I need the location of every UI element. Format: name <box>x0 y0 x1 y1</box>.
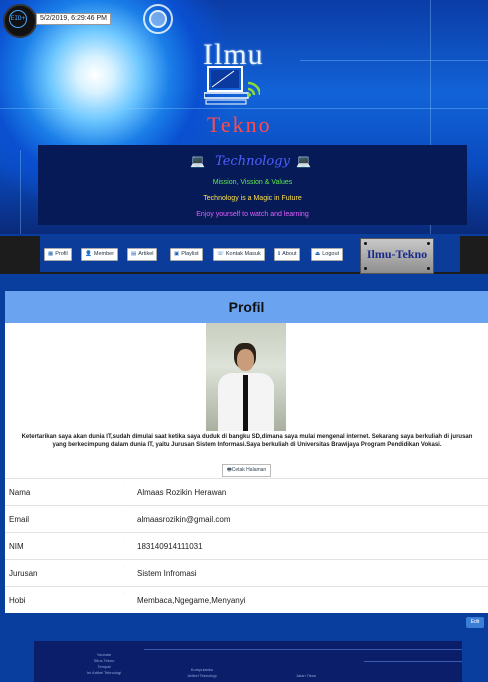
brand-logo[interactable]: Ilmu-Tekno <box>360 238 434 274</box>
playlist-icon: ▣ <box>174 251 180 257</box>
row-separator: : <box>123 509 125 514</box>
footer-link[interactable]: Artikel Teknologi <box>162 673 242 678</box>
row-separator: : <box>123 590 125 595</box>
row-separator: : <box>123 536 125 541</box>
datetime-display: 5/2/2019, 6:29:46 PM <box>36 13 111 25</box>
bio-text: Ketertarikan saya akan dunia IT,sudah di… <box>21 434 473 448</box>
row-label: Email <box>9 515 30 524</box>
brand-dot <box>364 267 367 270</box>
nav-label: Profil <box>55 251 68 257</box>
nav-member-button[interactable]: 👤 Member <box>81 248 119 261</box>
row-label: NIM <box>9 542 24 551</box>
phone-icon: ☏ <box>217 251 224 257</box>
footer-link[interactable]: Jalan Tikus <box>266 673 346 678</box>
nav-artikel-button[interactable]: ▤ Artikel <box>127 248 158 261</box>
row-value: Membaca,Ngegame,Menyanyi <box>137 596 246 605</box>
table-row: Nama: Almaas Rozikin Herawan <box>5 478 488 506</box>
footer-link[interactable]: Kumpulanku <box>162 667 242 672</box>
page-title: Profil <box>5 291 488 323</box>
tagline-3: Enjoy yourself to watch and learning <box>196 211 309 218</box>
nav-about-button[interactable]: ℹ About <box>274 248 301 261</box>
nav-logout-button[interactable]: ⏏ Logout <box>311 248 344 261</box>
footer-divider <box>364 661 462 662</box>
info-icon: ℹ <box>278 251 281 257</box>
header-banner: EID+ 5/2/2019, 6:29:46 PM Ilmu Tekno 💻 T… <box>0 0 488 234</box>
clock-face: EID+ <box>9 10 27 28</box>
footer-link[interactable]: Youtube <box>64 652 144 657</box>
grid-line <box>300 60 488 61</box>
table-row: NIM: 183140914111031 <box>5 532 488 560</box>
footer: Youtube Situs Tekno Tempat Ini Artikel T… <box>34 641 462 682</box>
nav-label: Kontak Masuk <box>225 251 261 257</box>
brand-text: Ilmu-Tekno <box>366 247 428 261</box>
photo-face <box>237 349 254 371</box>
brand-dot <box>427 242 430 245</box>
nav-kontak-button[interactable]: ☏ Kontak Masuk <box>213 248 265 261</box>
computer-icon: 💻 <box>296 154 311 168</box>
brand-dot <box>364 242 367 245</box>
nav-label: About <box>282 251 297 257</box>
row-value: Almaas Rozikin Herawan <box>137 488 227 497</box>
edit-button[interactable]: Edit <box>466 617 484 628</box>
technology-title: Technology <box>215 154 290 169</box>
tagline-2: Technology is a Magic in Future <box>203 195 302 202</box>
logo-text-bottom: Tekno <box>207 112 272 137</box>
footer-divider <box>144 649 462 650</box>
print-label: Cetak Halaman <box>231 467 267 473</box>
logout-icon: ⏏ <box>315 251 321 257</box>
table-row: Email: almaasrozikin@gmail.com <box>5 505 488 533</box>
profile-photo <box>206 323 286 431</box>
photo-tie <box>243 375 248 431</box>
tagline-1: Mission, Vission & Values <box>212 179 293 186</box>
nav-label: Member <box>93 251 115 257</box>
profile-icon: ▦ <box>48 251 54 257</box>
row-label: Jurusan <box>9 569 38 578</box>
table-row: Hobi: Membaca,Ngegame,Menyanyi <box>5 586 488 614</box>
nav-profil-button[interactable]: ▦ Profil <box>44 248 72 261</box>
footer-link[interactable]: Situs Tekno <box>64 658 144 663</box>
footer-link[interactable]: Tempat <box>64 664 144 669</box>
row-value: 183140914111031 <box>137 542 203 551</box>
decor-ring-inner <box>149 10 167 28</box>
user-icon: 👤 <box>85 251 92 257</box>
table-row: Jurusan: Sistem Infromasi <box>5 559 488 587</box>
brand-dot <box>427 267 430 270</box>
laptop-icon <box>204 66 260 105</box>
grid-line <box>20 150 21 234</box>
print-page-button[interactable]: 🖶Cetak Halaman <box>222 464 272 477</box>
row-separator: : <box>123 563 125 568</box>
row-value: almaasrozikin@gmail.com <box>137 515 231 524</box>
nav-label: Logout <box>322 251 340 257</box>
row-value: Sistem Infromasi <box>137 569 197 578</box>
footer-link[interactable]: Ini Artikel Teknologi <box>64 670 144 675</box>
article-icon: ▤ <box>131 251 137 257</box>
row-separator: : <box>123 482 125 487</box>
tagline-box: 💻 Technology 💻 Mission, Vission & Values… <box>38 145 467 225</box>
row-label: Nama <box>9 488 31 497</box>
nav-label: Playlist <box>181 251 199 257</box>
nav-playlist-button[interactable]: ▣ Playlist <box>170 248 203 261</box>
nav-label: Artikel <box>138 251 154 257</box>
row-label: Hobi <box>9 596 26 605</box>
